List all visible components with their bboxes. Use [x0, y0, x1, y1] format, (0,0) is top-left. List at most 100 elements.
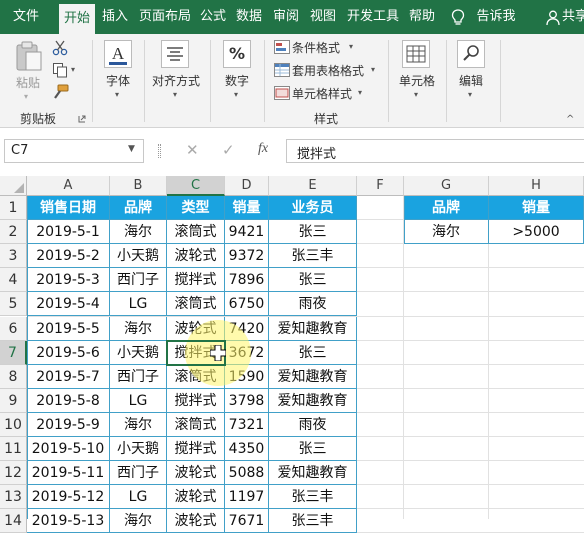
name-box[interactable]: C7 ▼ [4, 139, 144, 163]
row-header-10[interactable]: 10 [0, 412, 27, 437]
row-header-9[interactable]: 9 [0, 388, 27, 413]
insert-function-icon[interactable]: fx [258, 141, 268, 157]
table-header-cell[interactable]: 销量 [225, 196, 269, 221]
criteria-value-cell[interactable]: 海尔 [404, 220, 489, 245]
cell-style-icon[interactable] [274, 86, 290, 100]
number-button[interactable]: 数字 [219, 72, 255, 89]
row-header-6[interactable]: 6 [0, 316, 27, 341]
table-cell[interactable]: 海尔 [110, 220, 167, 245]
table-cell[interactable]: 张三丰 [269, 509, 357, 533]
table-header-cell[interactable]: 类型 [167, 196, 225, 221]
criteria-header-cell[interactable]: 销量 [489, 196, 584, 221]
paste-button[interactable]: 粘贴 [10, 74, 46, 91]
row-header-11[interactable]: 11 [0, 437, 27, 462]
conditional-format-dropdown-icon[interactable]: ▾ [349, 42, 353, 51]
table-cell[interactable]: 9421 [225, 220, 269, 245]
tab-home[interactable]: 开始 [59, 4, 95, 34]
table-cell[interactable]: 波轮式 [167, 461, 225, 486]
row-header-1[interactable]: 1 [0, 196, 27, 221]
column-header-b[interactable]: B [110, 176, 167, 196]
collapse-ribbon-icon[interactable]: ^ [566, 114, 574, 125]
table-cell[interactable]: 2019-5-9 [27, 412, 110, 437]
table-header-cell[interactable]: 业务员 [269, 196, 357, 221]
row-header-5[interactable]: 5 [0, 292, 27, 317]
table-cell[interactable]: 张三 [269, 340, 357, 365]
format-painter-icon[interactable] [52, 84, 70, 100]
table-cell[interactable]: 2019-5-10 [27, 437, 110, 462]
row-header-3[interactable]: 3 [0, 244, 27, 269]
percent-icon[interactable]: % [223, 40, 251, 68]
copy-icon[interactable] [52, 62, 68, 78]
table-cell[interactable]: 2019-5-3 [27, 268, 110, 293]
table-cell[interactable]: 5088 [225, 461, 269, 486]
cells-dropdown-icon[interactable]: ▾ [414, 90, 418, 99]
tell-me-search[interactable]: 告诉我 [475, 0, 517, 34]
table-cell[interactable]: 张三丰 [269, 485, 357, 510]
table-cell[interactable]: 2019-5-6 [27, 340, 110, 365]
formula-input[interactable]: 搅拌式 [286, 139, 584, 163]
table-header-cell[interactable]: 销售日期 [27, 196, 110, 221]
editing-dropdown-icon[interactable]: ▾ [468, 90, 472, 99]
font-button[interactable]: 字体 [100, 72, 136, 89]
table-format-dropdown-icon[interactable]: ▾ [371, 65, 375, 74]
table-cell[interactable]: 2019-5-12 [27, 485, 110, 510]
table-cell[interactable]: 2019-5-7 [27, 364, 110, 389]
tab-help[interactable]: 帮助 [406, 0, 438, 34]
table-cell[interactable]: 小天鹅 [110, 340, 167, 365]
cell-style-dropdown-icon[interactable]: ▾ [358, 88, 362, 97]
table-cell[interactable]: 西门子 [110, 268, 167, 293]
table-cell[interactable]: 2019-5-2 [27, 244, 110, 269]
row-header-2[interactable]: 2 [0, 220, 27, 245]
column-header-f[interactable]: F [357, 176, 404, 196]
splitter-handle[interactable] [158, 144, 161, 158]
alignment-button[interactable]: 对齐方式 [148, 72, 204, 89]
table-cell[interactable]: LG [110, 292, 167, 317]
editing-button[interactable]: 编辑 [453, 72, 489, 89]
cut-icon[interactable] [52, 40, 68, 56]
table-cell[interactable]: 雨夜 [269, 412, 357, 437]
table-cell[interactable]: 爱知趣教育 [269, 364, 357, 389]
column-header-a[interactable]: A [27, 176, 110, 196]
column-header-h[interactable]: H [489, 176, 584, 196]
number-dropdown-icon[interactable]: ▾ [234, 90, 238, 99]
paste-icon[interactable] [14, 40, 44, 72]
table-cell[interactable]: 6750 [225, 292, 269, 317]
cancel-icon[interactable]: ✕ [186, 141, 199, 159]
table-cell[interactable]: 2019-5-11 [27, 461, 110, 486]
alignment-dropdown-icon[interactable]: ▾ [173, 90, 177, 99]
table-cell[interactable]: 海尔 [110, 412, 167, 437]
table-cell[interactable]: 滚筒式 [167, 220, 225, 245]
row-header-8[interactable]: 8 [0, 364, 27, 389]
table-cell[interactable]: 爱知趣教育 [269, 388, 357, 413]
tab-review[interactable]: 审阅 [270, 0, 302, 34]
table-cell[interactable]: LG [110, 485, 167, 510]
table-cell[interactable]: 海尔 [110, 316, 167, 341]
column-header-c[interactable]: C [167, 176, 225, 196]
table-cell[interactable]: 西门子 [110, 461, 167, 486]
tab-file[interactable]: 文件 [6, 0, 46, 34]
table-cell[interactable]: 搅拌式 [167, 388, 225, 413]
dialog-launcher-icon[interactable] [78, 115, 86, 123]
share-button[interactable]: 共享 [562, 0, 584, 34]
table-cell[interactable]: 爱知趣教育 [269, 316, 357, 341]
row-header-7[interactable]: 7 [0, 340, 27, 365]
table-cell[interactable]: 2019-5-5 [27, 316, 110, 341]
table-cell[interactable]: 2019-5-8 [27, 388, 110, 413]
table-cell[interactable]: 7671 [225, 509, 269, 533]
search-icon[interactable] [457, 40, 485, 68]
enter-icon[interactable]: ✓ [222, 141, 235, 159]
table-cell[interactable]: 西门子 [110, 364, 167, 389]
table-cell[interactable]: 4350 [225, 437, 269, 462]
paste-dropdown-icon[interactable]: ▾ [24, 92, 28, 101]
row-header-13[interactable]: 13 [0, 485, 27, 510]
column-header-g[interactable]: G [404, 176, 489, 196]
font-dropdown-icon[interactable]: ▾ [115, 90, 119, 99]
tab-view[interactable]: 视图 [307, 0, 339, 34]
table-cell[interactable]: 1197 [225, 485, 269, 510]
table-cell[interactable]: 7896 [225, 268, 269, 293]
table-format-button[interactable]: 套用表格格式 [292, 62, 364, 79]
table-cell[interactable]: LG [110, 388, 167, 413]
table-cell[interactable]: 爱知趣教育 [269, 461, 357, 486]
tab-developer[interactable]: 开发工具 [344, 0, 402, 34]
row-header-14[interactable]: 14 [0, 509, 27, 533]
